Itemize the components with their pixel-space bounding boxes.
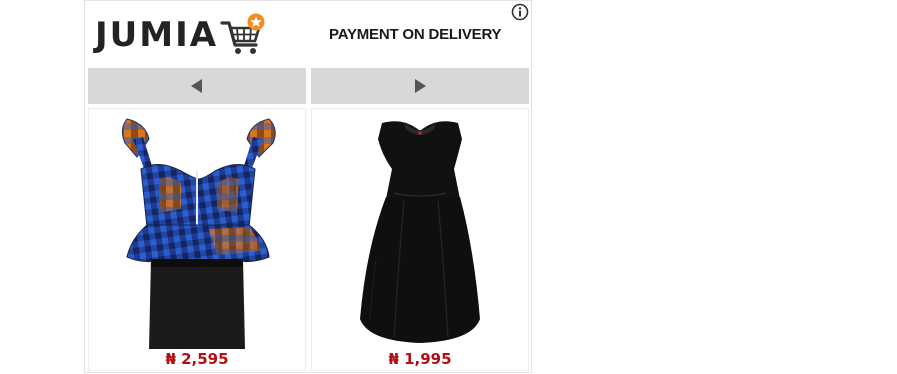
triangle-left-icon [191, 79, 202, 93]
product-card-black-dress[interactable]: ₦ 1,995 [311, 108, 529, 371]
product-card-plaid-peplum[interactable]: ₦ 2,595 [88, 108, 306, 371]
logo-text: JUMIA [95, 15, 219, 55]
ad-header: JUMIA PAYMENT ON DELIVERY [85, 1, 531, 67]
product-price: ₦ 1,995 [388, 350, 452, 368]
payment-on-delivery-tagline: PAYMENT ON DELIVERY [329, 26, 502, 43]
shopping-cart-star-icon [220, 13, 265, 54]
jumia-ad-banner[interactable]: JUMIA PAYMENT ON DELIVERY ₦ 2,595 ₦ 1,99… [84, 0, 532, 373]
plaid-peplum-outfit-image [121, 118, 276, 349]
triangle-right-icon [415, 79, 426, 93]
next-button[interactable] [311, 68, 529, 104]
jumia-logo[interactable]: JUMIA [95, 11, 266, 59]
black-dress-image [360, 121, 480, 343]
product-price: ₦ 2,595 [165, 350, 229, 368]
previous-button[interactable] [88, 68, 306, 104]
